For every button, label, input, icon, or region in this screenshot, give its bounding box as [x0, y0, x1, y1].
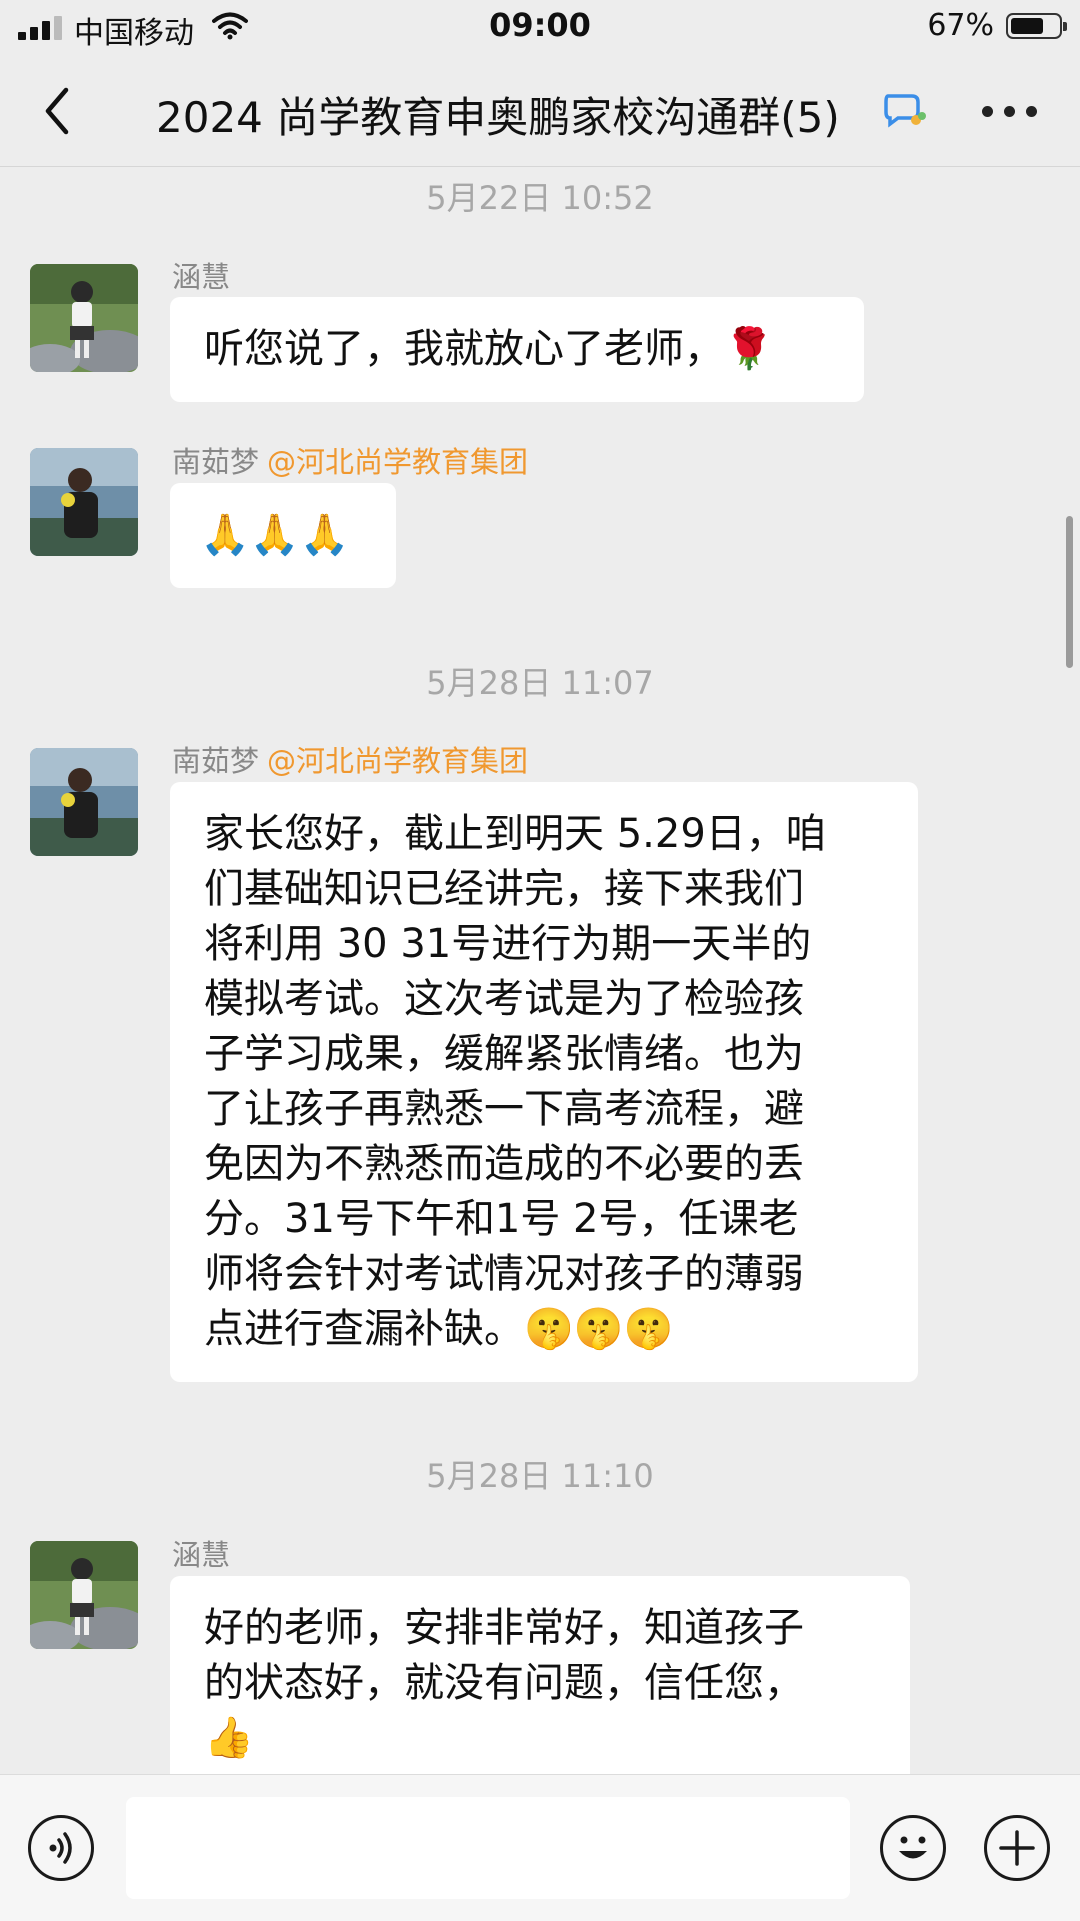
message-text: 好的老师，安排非常好，知道孩子 的状态好，就没有问题，信任您， 👍	[204, 1605, 804, 1761]
avatar[interactable]	[30, 264, 138, 372]
more-dots-icon[interactable]	[980, 106, 1040, 118]
status-time: 09:00	[489, 6, 591, 44]
avatar[interactable]	[30, 748, 138, 856]
input-bar	[0, 1774, 1080, 1921]
scrollbar[interactable]	[1066, 516, 1073, 668]
message-input[interactable]	[126, 1797, 850, 1899]
chat-header: 2024 尚学教育申奥鹏家校沟通群(5)	[0, 56, 1080, 167]
chat-bubble-icon[interactable]	[882, 90, 928, 130]
chat-title: 2024 尚学教育申奥鹏家校沟通群(5)	[156, 93, 840, 142]
status-bar: 中国移动 09:00 67%	[0, 0, 1080, 56]
sender-label: 南茹梦	[172, 445, 260, 479]
sender-label: 南茹梦	[172, 744, 260, 778]
battery-icon	[1006, 13, 1067, 39]
message-bubble[interactable]: 🙏🙏🙏	[170, 483, 396, 588]
sender-mention: @河北尚学教育集团	[267, 445, 529, 479]
message-text: 家长您好，截止到明天 5.29日，咱 们基础知识已经讲完，接下来我们 将利用 3…	[204, 811, 826, 1352]
voice-icon[interactable]	[28, 1815, 94, 1881]
message-bubble[interactable]: 家长您好，截止到明天 5.29日，咱 们基础知识已经讲完，接下来我们 将利用 3…	[170, 782, 918, 1382]
message-bubble[interactable]: 好的老师，安排非常好，知道孩子 的状态好，就没有问题，信任您， 👍	[170, 1576, 910, 1791]
message-bubble[interactable]: 听您说了，我就放心了老师，🌹	[170, 297, 864, 402]
sender-name: 涵慧	[172, 1532, 238, 1574]
message-timestamp: 5月28日 11:10	[426, 1457, 654, 1495]
plus-icon[interactable]	[984, 1815, 1050, 1881]
chevron-left-icon[interactable]	[36, 84, 80, 138]
message-timestamp: 5月22日 10:52	[426, 179, 654, 217]
sender-name: 南茹梦 @河北尚学教育集团	[172, 439, 528, 481]
message-text: 听您说了，我就放心了老师，🌹	[204, 326, 774, 372]
message-text: 🙏🙏🙏	[200, 512, 350, 558]
battery-percentage: 67%	[927, 8, 994, 43]
avatar[interactable]	[30, 1541, 138, 1649]
avatar[interactable]	[30, 448, 138, 556]
emoji-icon[interactable]	[880, 1815, 946, 1881]
sender-label: 涵慧	[172, 1538, 231, 1572]
sender-name: 涵慧	[172, 254, 238, 296]
sender-mention: @河北尚学教育集团	[267, 744, 529, 778]
message-timestamp: 5月28日 11:07	[426, 664, 654, 702]
sender-label: 涵慧	[172, 260, 231, 294]
sender-name: 南茹梦 @河北尚学教育集团	[172, 738, 528, 780]
